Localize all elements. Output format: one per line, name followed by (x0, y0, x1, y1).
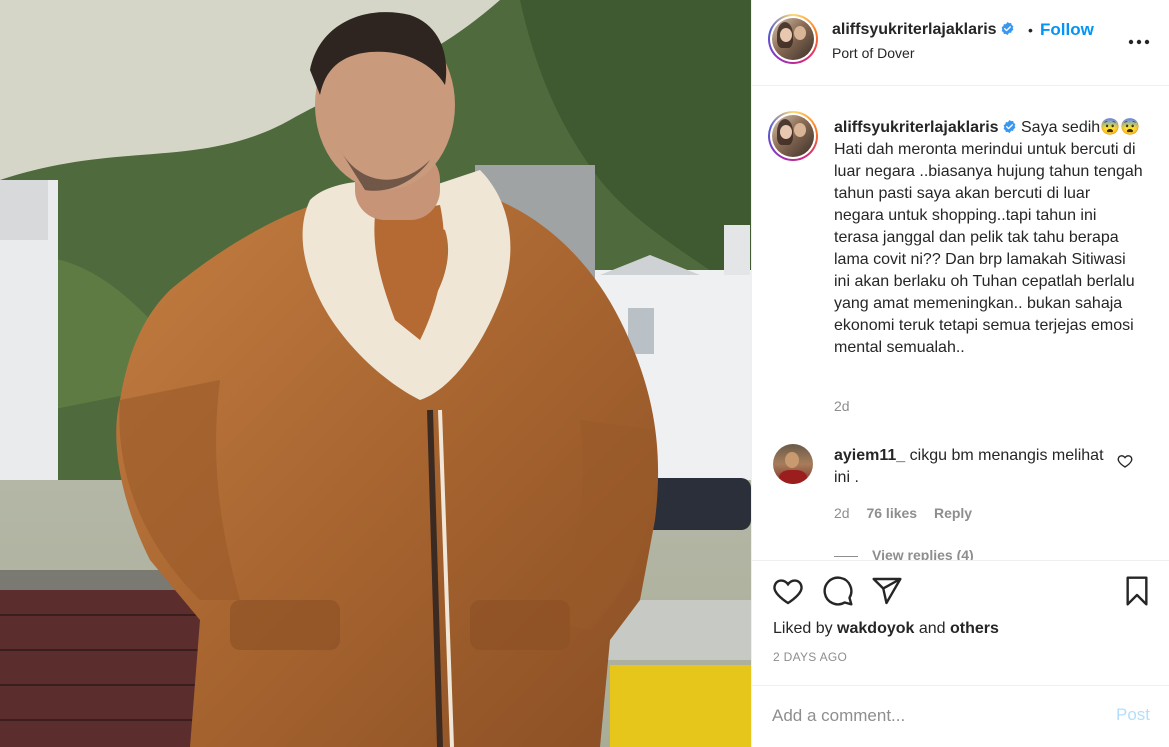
post-side-panel: aliffsyukriterlajaklaris • Follow Port o… (751, 0, 1169, 747)
add-comment-input[interactable] (772, 704, 1092, 728)
header-username-row: aliffsyukriterlajaklaris (832, 21, 1015, 39)
more-horizontal-icon[interactable] (1128, 32, 1150, 52)
add-comment-bar: Post (752, 685, 1169, 747)
liked-by-and: and (918, 620, 946, 637)
comment-username[interactable]: ayiem11_ (834, 447, 905, 464)
caption-text: Saya sedih😨😨Hati dah meronta merindui un… (834, 119, 1143, 356)
caption-username[interactable]: aliffsyukriterlajaklaris (834, 119, 999, 136)
comment-body: ayiem11_ cikgu bm menangis melihat ini . (834, 445, 1114, 489)
verified-badge-icon (1001, 21, 1013, 36)
post-caption: aliffsyukriterlajaklaris Saya sedih😨😨Hat… (834, 117, 1144, 359)
comment-likes[interactable]: 76 likes (866, 505, 917, 521)
verified-badge-icon (1003, 119, 1015, 134)
photo-illustration (0, 0, 751, 747)
post-date: 2 DAYS AGO (773, 650, 848, 664)
liked-by-text: Liked by wakdoyok and others (773, 620, 999, 638)
bookmark-icon[interactable] (1121, 575, 1153, 607)
reply-button[interactable]: Reply (934, 505, 972, 521)
comments-list[interactable]: aliffsyukriterlajaklaris Saya sedih😨😨Hat… (752, 87, 1169, 560)
view-replies-label: View replies (4) (872, 547, 974, 560)
post-actions: Liked by wakdoyok and others 2 DAYS AGO (752, 560, 1169, 685)
liked-by-prefix: Liked by (773, 620, 833, 637)
post-photo (0, 0, 751, 747)
comment-icon[interactable] (822, 575, 854, 607)
heart-icon[interactable] (772, 575, 804, 607)
comment-meta: 2d 76 likes Reply (834, 505, 985, 521)
caption-timestamp: 2d (834, 398, 850, 414)
post-location[interactable]: Port of Dover (832, 45, 914, 61)
view-replies-button[interactable]: View replies (4) (834, 547, 974, 560)
commenter-avatar[interactable] (773, 444, 813, 484)
liked-by-user-link[interactable]: wakdoyok (837, 620, 914, 637)
follow-button[interactable]: Follow (1040, 20, 1094, 40)
liked-by-others-link[interactable]: others (950, 620, 999, 637)
share-icon[interactable] (871, 575, 903, 607)
post-comment-button[interactable]: Post (1116, 705, 1150, 725)
comment-timestamp: 2d (834, 505, 850, 521)
small-heart-icon[interactable] (1117, 453, 1133, 469)
replies-divider (834, 555, 858, 557)
author-avatar[interactable] (768, 14, 818, 64)
caption-author-avatar[interactable] (768, 111, 818, 161)
header-separator: • (1028, 22, 1033, 38)
author-username[interactable]: aliffsyukriterlajaklaris (832, 21, 997, 38)
post-header: aliffsyukriterlajaklaris • Follow Port o… (752, 0, 1169, 86)
